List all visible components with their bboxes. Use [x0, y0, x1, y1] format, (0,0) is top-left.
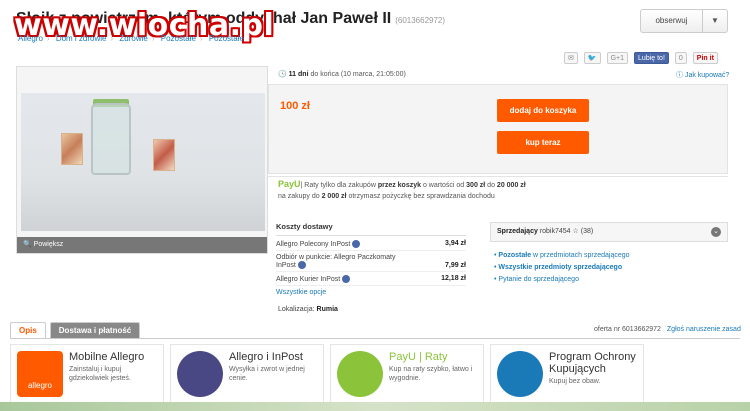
- shipping-costs: Koszty dostawy Allegro Polecony InPost 3…: [276, 222, 466, 296]
- all-shipping-options-link[interactable]: Wszystkie opcje: [276, 289, 466, 296]
- tab-description[interactable]: Opis: [10, 322, 46, 338]
- payu-installments-info: PayU| Raty tylko dla zakupów przez koszy…: [268, 176, 728, 202]
- how-to-buy-link[interactable]: ⓘ Jak kupować?: [676, 70, 729, 80]
- seller-label: Sprzedający: [497, 228, 538, 235]
- breadcrumb-item[interactable]: Zdrowie: [119, 34, 147, 43]
- breadcrumb-item[interactable]: Pozostałe: [209, 34, 244, 43]
- chevron-down-icon[interactable]: ▼: [703, 10, 727, 32]
- breadcrumb-item[interactable]: Dom i zdrowie: [56, 34, 107, 43]
- zoom-label[interactable]: Powiększ: [34, 241, 64, 248]
- end-days: 11 dni: [288, 71, 309, 78]
- promo-inpost[interactable]: Allegro i InPost Wysyłka i zwrot w jednej…: [170, 344, 324, 408]
- pinterest-button[interactable]: Pin it: [692, 52, 718, 64]
- twitter-icon[interactable]: 🐦: [583, 52, 601, 64]
- zoom-bar[interactable]: 🔍 Powiększ: [17, 237, 267, 253]
- like-count: 0: [674, 52, 687, 64]
- inpost-icon: [297, 261, 306, 269]
- buy-now-button[interactable]: kup teraz: [497, 131, 589, 154]
- jar-shape: [91, 103, 131, 175]
- help-icon: ⓘ: [676, 72, 683, 79]
- share-bar: ✉ 🐦 G+1 Lubię to! 0 Pin it: [564, 52, 718, 64]
- gplus-button[interactable]: G+1: [606, 52, 629, 64]
- promo-strip: allegro Mobilne Allegro Zainstaluj i kupu…: [10, 344, 644, 408]
- location-value: Rumia: [316, 306, 338, 313]
- tab-delivery-payment[interactable]: Dostawa i płatność: [49, 322, 141, 338]
- seller-box[interactable]: Sprzedający robik7454 ☆ (38) ⌄: [490, 222, 728, 242]
- payu-logo: PayU: [278, 179, 301, 189]
- email-icon[interactable]: ✉: [564, 52, 578, 64]
- breadcrumb-item[interactable]: Allegro: [18, 34, 43, 43]
- breadcrumb: Allegro › Dom i zdrowie › Zdrowie › Pozosta…: [18, 34, 244, 43]
- holy-picture-right: [153, 139, 175, 171]
- tab-divider: [10, 338, 740, 339]
- breadcrumb-item[interactable]: Pozostałe: [161, 34, 196, 43]
- inpost-icon: [342, 275, 351, 283]
- seller-name[interactable]: robik7454: [540, 228, 571, 235]
- product-gallery[interactable]: 🔍 Powiększ: [16, 66, 268, 254]
- promo-payu-installments[interactable]: PayU | Raty Kup na raty szybko, łatwo i w…: [330, 344, 484, 408]
- shipping-title: Koszty dostawy: [276, 222, 466, 236]
- inpost-icon: [352, 240, 361, 248]
- buy-box: [268, 84, 728, 174]
- add-to-cart-button[interactable]: dodaj do koszyka: [497, 99, 589, 122]
- seller-all-items-link[interactable]: Wszystkie przedmioty sprzedającego: [494, 262, 630, 274]
- holy-picture-left: [61, 133, 83, 165]
- observe-button[interactable]: obserwuj ▼: [640, 9, 728, 33]
- product-photo[interactable]: [21, 93, 265, 231]
- promo-mobile-allegro[interactable]: allegro Mobilne Allegro Zainstaluj i kupu…: [10, 344, 164, 408]
- return-arrow-icon: [177, 351, 223, 397]
- observe-label[interactable]: obserwuj: [641, 10, 703, 32]
- end-date: do końca (10 marca, 21:05:00): [310, 71, 406, 78]
- ask-seller-link[interactable]: Pytanie do sprzedającego: [494, 274, 630, 286]
- bottom-image-strip: [0, 402, 750, 411]
- seller-other-items-link[interactable]: Pozostałe w przedmiotach sprzedającego: [494, 250, 629, 262]
- shipping-row: Odbiór w punkcie: Allegro Paczkomaty InP…: [276, 254, 466, 272]
- seller-links: Pozostałe w przedmiotach sprzedającego W…: [494, 250, 630, 286]
- facebook-like-button[interactable]: Lubię to!: [634, 52, 669, 64]
- seller-rating[interactable]: (38): [581, 228, 593, 235]
- shopping-basket-icon: allegro: [17, 351, 63, 397]
- promo-buyer-protection[interactable]: Program Ochrony Kupujących Kupuj bez obaw…: [490, 344, 644, 408]
- calculator-icon: [337, 351, 383, 397]
- location: Lokalizacja: Rumia: [278, 306, 338, 313]
- clock-icon: 🕓: [278, 71, 287, 78]
- auction-end: 🕓 11 dni do końca (10 marca, 21:05:00): [278, 70, 406, 78]
- price: 100 zł: [280, 100, 310, 112]
- star-icon: ☆: [572, 228, 579, 235]
- chevron-down-icon[interactable]: ⌄: [711, 227, 721, 237]
- tab-bar: Opis Dostawa i płatność: [10, 322, 141, 338]
- umbrella-icon: [497, 351, 543, 397]
- shipping-row: Allegro Kurier InPost 12,18 zł: [276, 275, 466, 286]
- magnifier-icon: 🔍: [23, 241, 32, 248]
- offer-id: (6013662972): [395, 16, 446, 25]
- report-violation-link[interactable]: Zgłoś naruszenie zasad: [667, 326, 741, 333]
- shipping-row: Allegro Polecony InPost 3,94 zł: [276, 240, 466, 251]
- offer-number: oferta nr 6013662972 Zgłoś naruszenie za…: [594, 326, 741, 333]
